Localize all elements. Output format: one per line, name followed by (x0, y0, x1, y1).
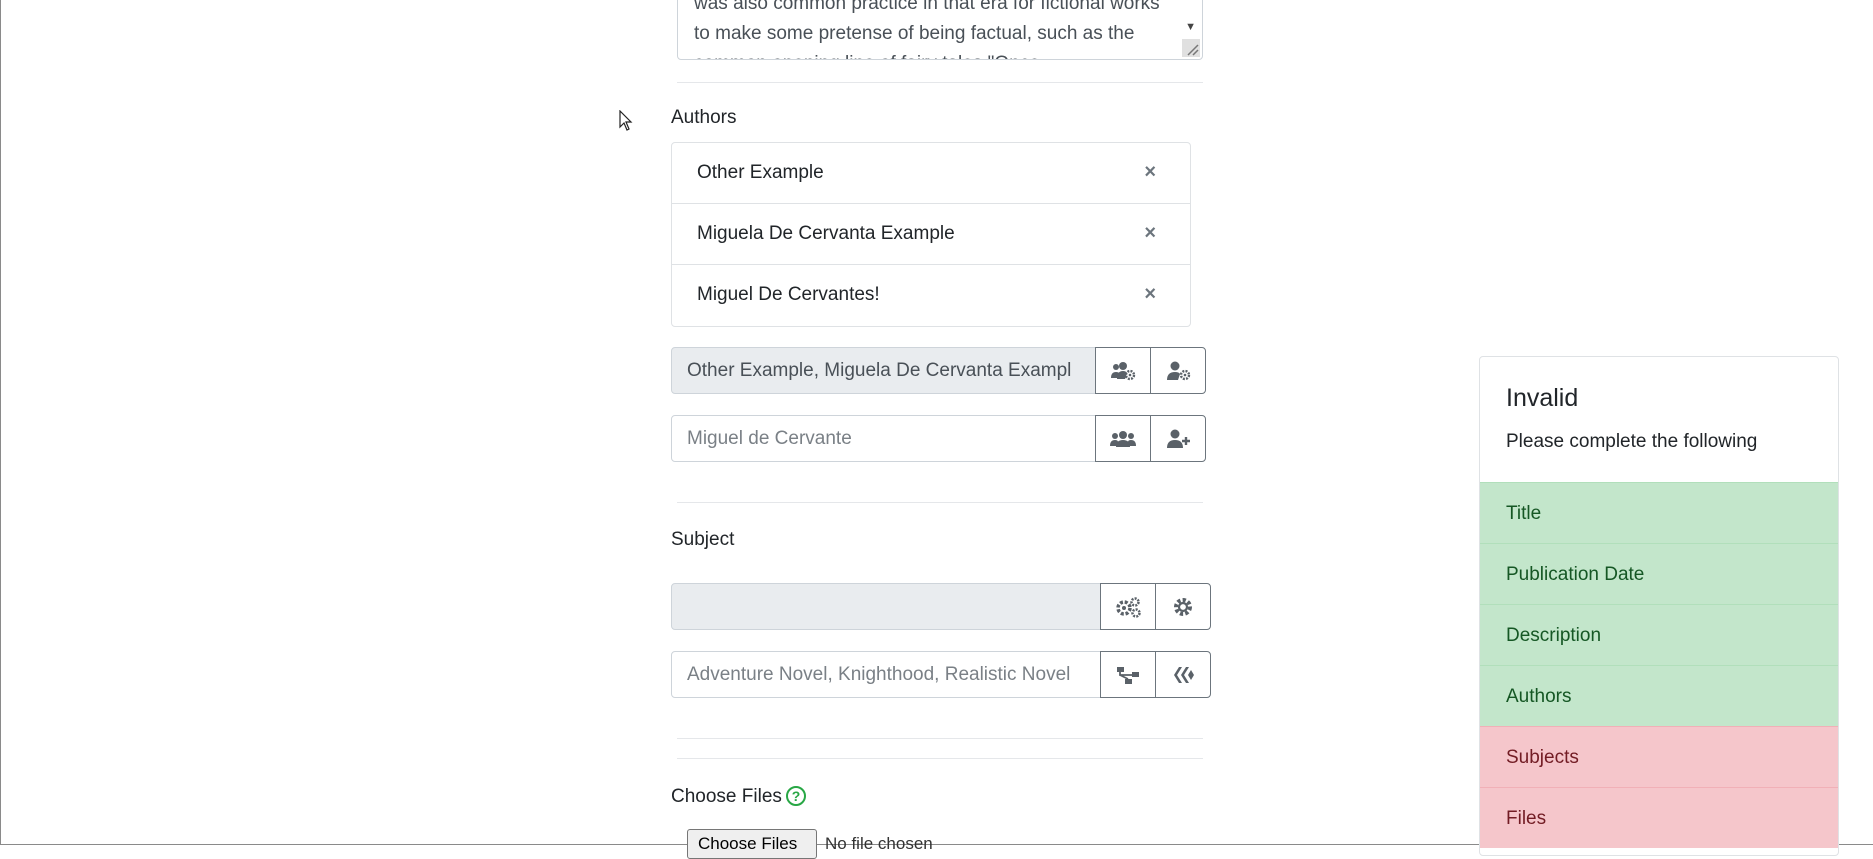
validation-item-subjects[interactable]: Subjects (1480, 726, 1838, 787)
author-item: Miguela De Cervanta Example × (672, 204, 1190, 265)
authors-label: Authors (671, 107, 737, 128)
cog-icon (1172, 596, 1194, 618)
user-plus-icon (1165, 429, 1191, 449)
author-name: Other Example (697, 162, 824, 183)
author-name: Miguel De Cervantes! (697, 284, 880, 305)
choose-files-button[interactable]: Choose Files (687, 829, 817, 859)
user-cog-icon (1165, 361, 1191, 381)
validation-item-title[interactable]: Title (1480, 482, 1838, 543)
validation-item-publication-date[interactable]: Publication Date (1480, 543, 1838, 604)
authors-selected-group: Other Example, Miguela De Cervanta Examp… (671, 347, 1206, 394)
subject-tree-button[interactable] (1100, 651, 1156, 698)
hive-icon (1171, 665, 1195, 685)
divider (677, 82, 1203, 83)
users-cog-icon (1110, 361, 1136, 381)
validation-item-description[interactable]: Description (1480, 604, 1838, 665)
subject-selected-field[interactable] (671, 583, 1101, 630)
validation-item-files[interactable]: Files (1480, 787, 1838, 848)
sitemap-icon (1115, 665, 1141, 685)
author-name: Miguela De Cervanta Example (697, 223, 955, 244)
search-authors-button[interactable] (1095, 415, 1151, 462)
manage-author-button[interactable] (1150, 347, 1206, 394)
file-status: No file chosen (825, 834, 933, 853)
authors-selected-field[interactable]: Other Example, Miguela De Cervanta Examp… (671, 347, 1096, 394)
subject-search-group: Adventure Novel, Knighthood, Realistic N… (671, 651, 1211, 698)
subject-label: Subject (671, 529, 735, 550)
validation-title: Invalid (1506, 384, 1579, 412)
subject-settings-button[interactable] (1155, 583, 1211, 630)
resize-handle-icon[interactable] (1182, 39, 1200, 57)
validation-list: Title Publication Date Description Autho… (1480, 482, 1838, 848)
author-item: Miguel De Cervantes! × (672, 265, 1190, 326)
description-text: was also common practice in that era for… (694, 0, 1160, 59)
remove-author-icon[interactable]: × (1144, 222, 1156, 245)
divider (677, 758, 1203, 759)
mouse-cursor-icon (619, 109, 633, 137)
authors-search-group: Miguel de Cervante (671, 415, 1206, 462)
remove-author-icon[interactable]: × (1144, 283, 1156, 306)
divider (677, 502, 1203, 503)
author-item: Other Example × (672, 143, 1190, 204)
subject-search-input[interactable]: Adventure Novel, Knighthood, Realistic N… (671, 651, 1101, 698)
author-search-input[interactable]: Miguel de Cervante (671, 415, 1096, 462)
remove-author-icon[interactable]: × (1144, 161, 1156, 184)
validation-subtitle: Please complete the following (1506, 431, 1758, 452)
author-list: Other Example × Miguela De Cervanta Exam… (671, 142, 1191, 327)
page-frame: was also common practice in that era for… (0, 0, 1873, 859)
cogs-icon (1114, 596, 1142, 618)
subject-api-button[interactable] (1155, 651, 1211, 698)
files-label: Choose Files (671, 786, 782, 807)
manage-subjects-button[interactable] (1100, 583, 1156, 630)
description-textarea[interactable]: was also common practice in that era for… (677, 0, 1203, 60)
manage-authors-button[interactable] (1095, 347, 1151, 394)
subject-selected-group (671, 583, 1211, 630)
validation-card: Invalid Please complete the following Ti… (1479, 356, 1839, 856)
divider (677, 738, 1203, 739)
help-icon[interactable]: ? (786, 786, 806, 806)
scroll-down-arrow-icon[interactable]: ▼ (1185, 21, 1196, 33)
add-author-button[interactable] (1150, 415, 1206, 462)
users-icon (1110, 429, 1136, 449)
validation-item-authors[interactable]: Authors (1480, 665, 1838, 726)
